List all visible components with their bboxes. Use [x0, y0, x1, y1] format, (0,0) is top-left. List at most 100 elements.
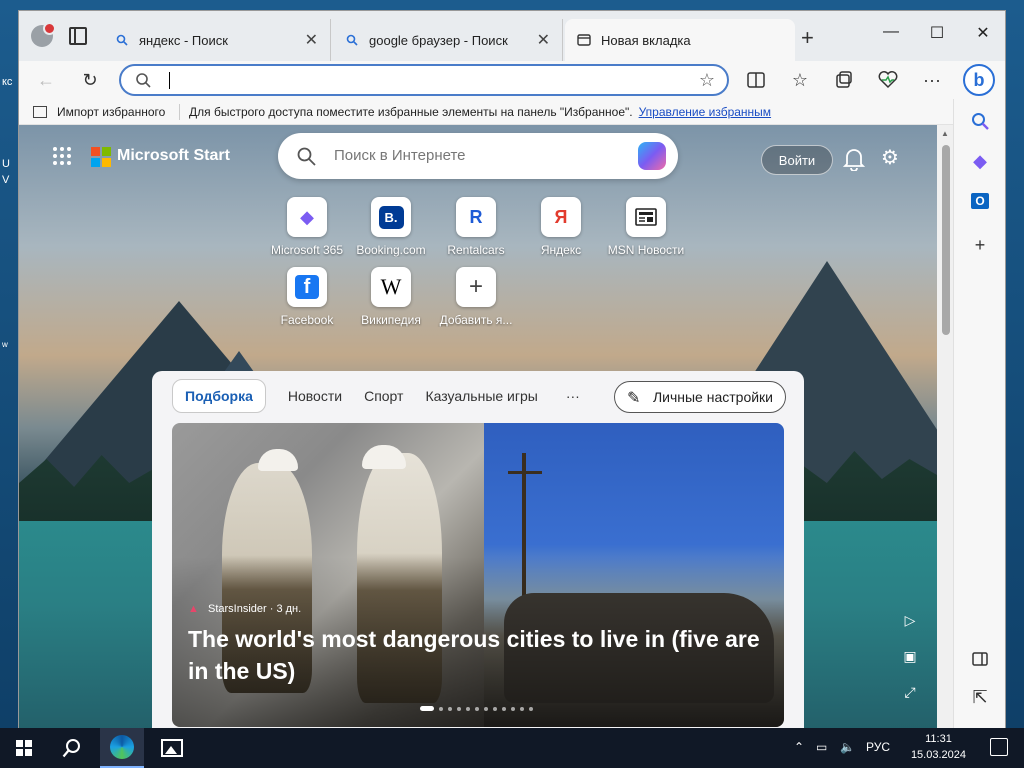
logo-square: [91, 158, 100, 167]
web-search-box[interactable]: Поиск в Интернете: [278, 133, 678, 179]
notifications-icon[interactable]: [990, 738, 1008, 756]
hero-news-card[interactable]: ▲ StarsInsider · 3 дн. The world's most …: [172, 423, 784, 727]
tab-title: google браузер - Поиск: [369, 32, 508, 48]
carousel-dot[interactable]: [466, 706, 470, 711]
tab-title: яндекс - Поиск: [139, 32, 228, 48]
sidebar-add-icon[interactable]: +: [968, 233, 992, 257]
quick-link-facebook[interactable]: f Facebook: [267, 267, 347, 327]
facebook-icon: f: [287, 267, 327, 307]
volume-icon[interactable]: 🔈: [840, 740, 855, 754]
favorites-bar: Импорт избранного Для быстрого доступа п…: [19, 99, 1005, 125]
personalize-button[interactable]: ✎ Личные настройки: [613, 381, 786, 413]
back-button[interactable]: ←: [35, 69, 57, 91]
carousel-dot[interactable]: [484, 706, 488, 711]
feed-tabs: Подборка Новости Спорт Казуальные игры ·…: [172, 379, 580, 413]
copilot-icon[interactable]: [638, 142, 666, 170]
external-link-icon[interactable]: ⇱: [968, 685, 992, 709]
close-icon[interactable]: ✕: [305, 30, 318, 50]
page-settings-gear-icon[interactable]: ⚙: [881, 145, 905, 169]
logo-square: [102, 147, 111, 156]
play-icon[interactable]: ▷: [899, 609, 921, 631]
booking-icon: B.: [371, 197, 411, 237]
helmet: [362, 445, 406, 469]
tab-actions-icon[interactable]: [69, 27, 87, 45]
quick-link-label: Microsoft 365: [270, 243, 344, 257]
scrollbar-thumb[interactable]: [942, 145, 950, 335]
windows-logo-icon: [16, 740, 32, 756]
carousel-dot[interactable]: [457, 706, 461, 711]
hero-headline[interactable]: The world's most dangerous cities to liv…: [188, 623, 768, 687]
feed-tab-selection[interactable]: Подборка: [172, 379, 266, 413]
quick-link-yandex[interactable]: Я Яндекс: [521, 197, 601, 257]
quick-link-label: Добавить я...: [439, 313, 513, 327]
sidebar-search-icon[interactable]: [968, 109, 992, 133]
window-close-button[interactable]: ✕: [971, 23, 995, 43]
tab-new-tab[interactable]: Новая вкладка: [565, 19, 795, 61]
taskbar-photos-button[interactable]: [150, 728, 194, 768]
tab-google-search[interactable]: google браузер - Поиск ✕: [333, 19, 563, 61]
settings-more-icon[interactable]: ···: [921, 69, 943, 91]
quick-link-rentalcars[interactable]: R Rentalcars: [436, 197, 516, 257]
quick-link-msn-news[interactable]: MSN Новости: [606, 197, 686, 257]
carousel-dot[interactable]: [475, 706, 479, 711]
browser-window: яндекс - Поиск ✕ google браузер - Поиск …: [18, 10, 1006, 730]
profile-avatar[interactable]: [31, 22, 56, 47]
text-caret: [169, 72, 170, 89]
address-bar[interactable]: ☆: [119, 64, 729, 96]
taskbar-search-button[interactable]: [52, 728, 92, 768]
favorite-star-icon[interactable]: ☆: [699, 70, 715, 91]
sidebar-copilot-icon[interactable]: ◆: [968, 149, 992, 173]
refresh-button[interactable]: ↻: [79, 69, 101, 91]
app-launcher-icon[interactable]: [53, 147, 71, 165]
carousel-dot[interactable]: [439, 706, 443, 711]
expand-icon[interactable]: ⤢: [899, 681, 921, 703]
carousel-dot[interactable]: [420, 706, 434, 711]
import-favorites-button[interactable]: Импорт избранного: [33, 105, 165, 119]
close-icon[interactable]: ✕: [537, 30, 550, 50]
favorites-icon[interactable]: ☆: [789, 69, 811, 91]
minimize-button[interactable]: —: [879, 23, 903, 41]
carousel-dot[interactable]: [493, 706, 497, 711]
browser-essentials-icon[interactable]: [877, 69, 899, 91]
input-language[interactable]: РУС: [866, 740, 890, 754]
quick-link-label: Booking.com: [356, 243, 426, 257]
feed-tab-news[interactable]: Новости: [288, 388, 342, 404]
copilot-bing-icon[interactable]: b: [963, 64, 995, 96]
carousel-dot[interactable]: [448, 706, 452, 711]
tab-yandex-search[interactable]: яндекс - Поиск ✕: [103, 19, 331, 61]
carousel-dots[interactable]: [420, 706, 533, 711]
scroll-up-arrow[interactable]: ▲: [941, 129, 949, 138]
taskbar-clock[interactable]: 11:31 15.03.2024: [911, 731, 966, 763]
ms-start-brand[interactable]: Microsoft Start: [117, 147, 230, 165]
rentalcars-icon: R: [456, 197, 496, 237]
quick-link-wikipedia[interactable]: W Википедия: [351, 267, 431, 327]
carousel-dot[interactable]: [529, 706, 533, 711]
search-icon: [136, 73, 151, 88]
feed-tab-casual-games[interactable]: Казуальные игры: [425, 388, 537, 404]
manage-favorites-link[interactable]: Управление избранным: [639, 105, 771, 119]
notifications-bell-icon[interactable]: [842, 147, 866, 172]
collections-icon[interactable]: [833, 69, 855, 91]
quick-link-microsoft-365[interactable]: ◆ Microsoft 365: [267, 197, 347, 257]
carousel-dot[interactable]: [502, 706, 506, 711]
hero-source[interactable]: ▲ StarsInsider · 3 дн.: [188, 603, 301, 615]
maximize-button[interactable]: ☐: [925, 23, 949, 43]
desktop-edge-label: кс: [2, 76, 13, 88]
image-info-icon[interactable]: ▣: [899, 645, 921, 667]
sign-in-button[interactable]: Войти: [761, 145, 833, 175]
import-favorites-label: Импорт избранного: [57, 105, 166, 119]
carousel-dot[interactable]: [511, 706, 515, 711]
sidebar-outlook-icon[interactable]: O: [968, 189, 992, 213]
feed-more-button[interactable]: ···: [566, 388, 580, 404]
start-button[interactable]: [8, 728, 40, 768]
new-tab-button[interactable]: +: [801, 25, 814, 51]
quick-link-add[interactable]: + Добавить я...: [436, 267, 516, 327]
hide-sidebar-icon[interactable]: [968, 647, 992, 671]
feed-tab-sport[interactable]: Спорт: [364, 388, 403, 404]
split-screen-icon[interactable]: [745, 69, 767, 91]
taskbar-edge-button[interactable]: [100, 728, 144, 768]
show-hidden-icons-chevron-icon[interactable]: ⌃: [794, 740, 804, 754]
network-icon[interactable]: ▭: [816, 740, 827, 754]
carousel-dot[interactable]: [520, 706, 524, 711]
quick-link-booking[interactable]: B. Booking.com: [351, 197, 431, 257]
